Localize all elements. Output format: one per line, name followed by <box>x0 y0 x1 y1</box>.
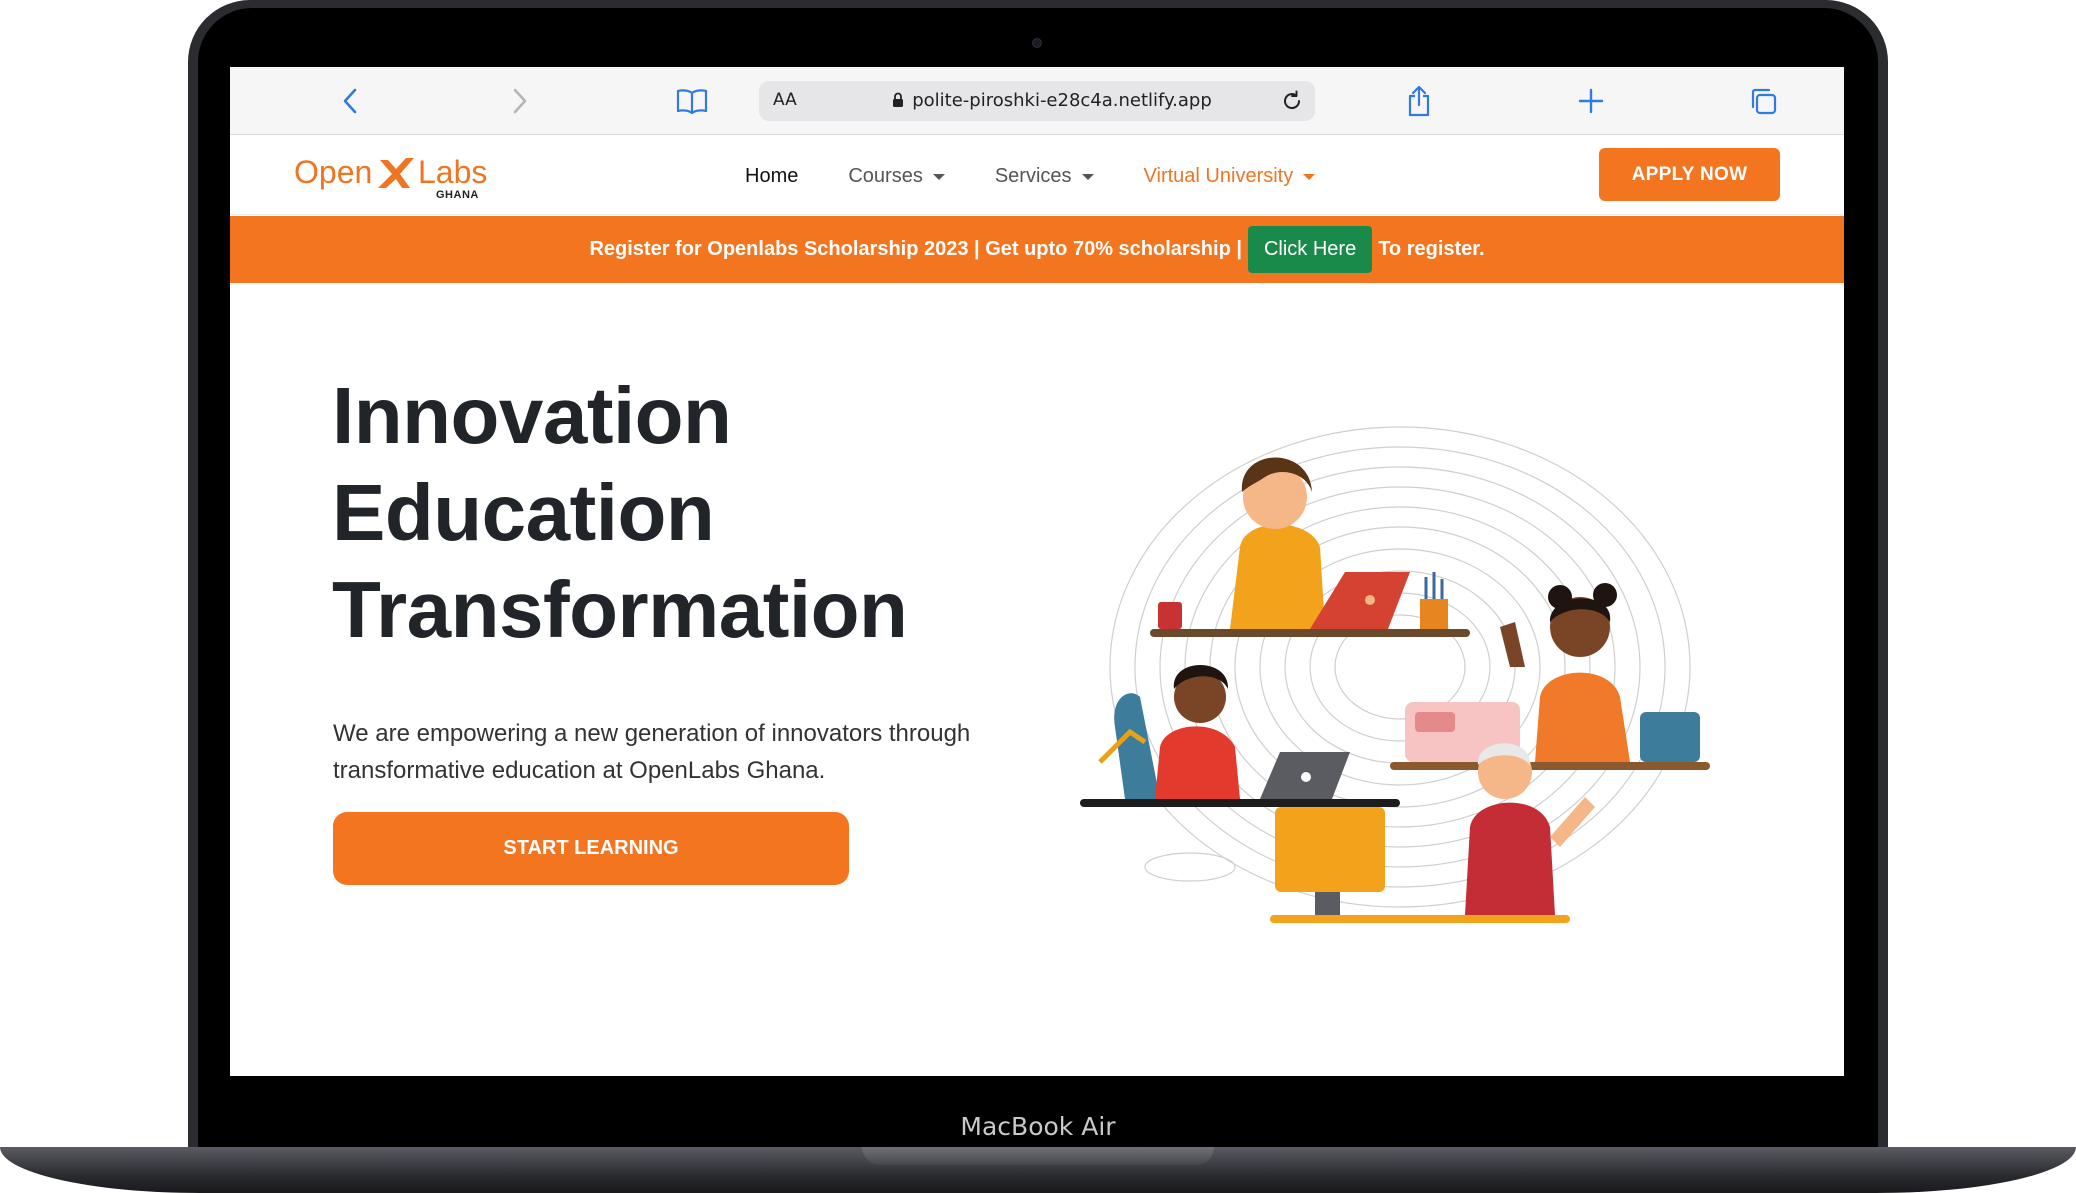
address-bar[interactable]: AA polite-piroshki-e28c4a.netlify.app <box>759 81 1315 121</box>
tabs-icon[interactable] <box>1743 81 1783 121</box>
site-navbar: Open Labs GHANA Home Courses Services Vi… <box>230 136 1844 215</box>
share-icon[interactable] <box>1399 81 1439 121</box>
hero-illustration <box>1080 426 1710 923</box>
chevron-right-icon[interactable] <box>500 81 540 121</box>
logo-x-icon <box>378 158 414 188</box>
text-size-button[interactable]: AA <box>773 90 797 110</box>
laptop-notch <box>862 1147 1214 1165</box>
url-text: polite-piroshki-e28c4a.netlify.app <box>912 90 1212 111</box>
browser-toolbar: AA polite-piroshki-e28c4a.netlify.app <box>230 67 1844 135</box>
hero-title: Innovation Education Transformation <box>332 367 1032 658</box>
caret-down-icon <box>932 173 945 180</box>
nav-item-courses[interactable]: Courses <box>848 165 945 188</box>
start-learning-button[interactable]: START LEARNING <box>333 812 849 885</box>
hero-subtitle: We are empowering a new generation of in… <box>333 720 971 784</box>
lock-icon <box>893 92 904 107</box>
caret-down-icon <box>1303 173 1316 180</box>
nav-item-home[interactable]: Home <box>745 165 798 188</box>
apply-now-button[interactable]: APPLY NOW <box>1599 148 1780 201</box>
camera-icon <box>1032 38 1042 48</box>
banner-text: Register for Openlabs Scholarship 2023 |… <box>589 238 1242 260</box>
device-label: MacBook Air <box>960 1112 1116 1141</box>
click-here-button[interactable]: Click Here <box>1247 226 1373 273</box>
caret-down-icon <box>1081 173 1094 180</box>
openlabs-logo[interactable]: Open Labs GHANA <box>294 152 494 202</box>
hero-title-line: Education <box>332 468 715 557</box>
book-icon[interactable] <box>672 81 712 121</box>
reload-icon[interactable] <box>1275 84 1309 118</box>
hero-title-line: Transformation <box>332 565 908 654</box>
nav-links: Home Courses Services Virtual University <box>745 165 1365 188</box>
nav-item-virtual-university[interactable]: Virtual University <box>1144 165 1316 188</box>
nav-item-services[interactable]: Services <box>995 165 1094 188</box>
plus-icon[interactable] <box>1571 81 1611 121</box>
chevron-left-icon[interactable] <box>330 81 370 121</box>
scholarship-banner: Register for Openlabs Scholarship 2023 |… <box>230 216 1844 283</box>
browser-screen: AA polite-piroshki-e28c4a.netlify.app Op… <box>230 67 1844 1076</box>
hero-title-line: Innovation <box>332 371 732 460</box>
banner-text-after: To register. <box>1378 238 1485 260</box>
